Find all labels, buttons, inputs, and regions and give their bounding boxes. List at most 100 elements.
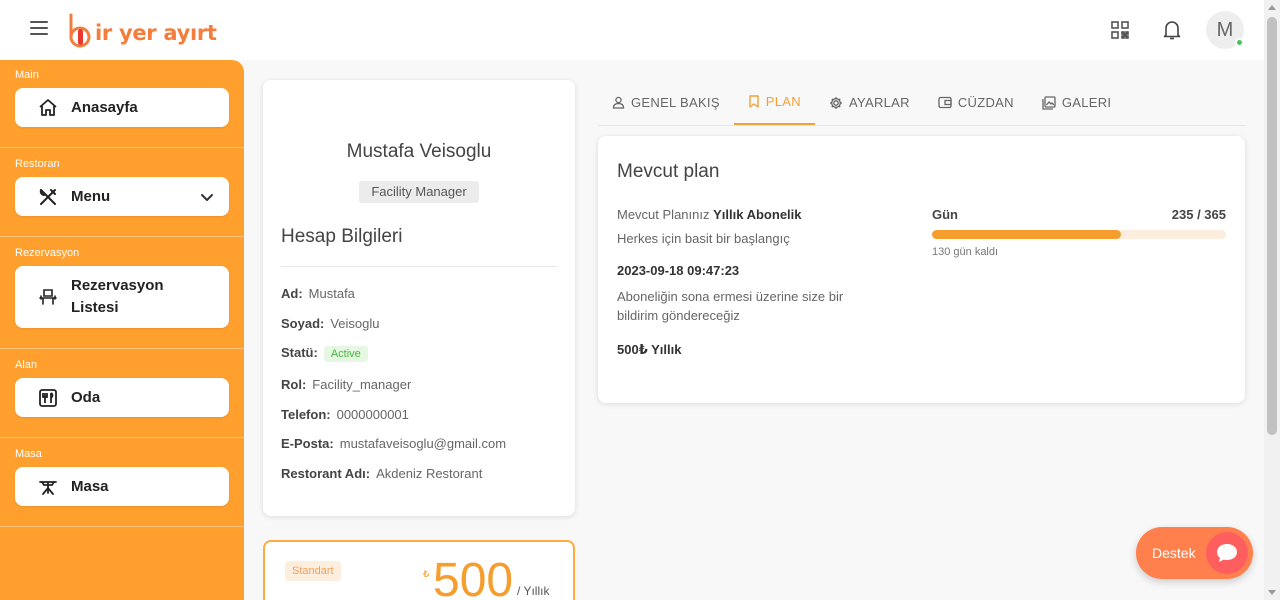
sidebar: Main Anasayfa Restoran Menu Rezervasyon … bbox=[0, 60, 244, 600]
bookmark-icon bbox=[749, 95, 759, 108]
expiry-note: Aboneliğin sona ermesi üzerine size bir … bbox=[617, 289, 844, 323]
profile-name: Mustafa Veisoglu bbox=[346, 141, 492, 162]
field-key: Ad: bbox=[281, 286, 303, 301]
field-value: mustafaveisoglu@gmail.com bbox=[339, 436, 507, 451]
current-plan-title: Mevcut plan bbox=[617, 161, 720, 182]
plan-period: / Yıllık bbox=[517, 584, 550, 598]
gallery-icon bbox=[1042, 95, 1056, 110]
sidebar-section-label: Masa bbox=[15, 448, 42, 460]
profile-card: Mustafa Veisoglu Facility Manager Hesap … bbox=[263, 80, 575, 516]
profile-tabs: GENEL BAKIŞ PLAN AYARLAR CÜZDAN GALERI bbox=[598, 80, 1246, 126]
sidebar-section-alan: Alan Oda bbox=[0, 358, 244, 438]
sidebar-item-anasayfa[interactable]: Anasayfa bbox=[15, 88, 229, 127]
field-role: Rol: Facility_manager bbox=[281, 377, 411, 392]
page-scrollbar[interactable] bbox=[1264, 0, 1280, 600]
home-icon bbox=[37, 97, 59, 119]
status-badge: Active bbox=[323, 346, 368, 362]
logo[interactable]: ir yer ayırt bbox=[66, 10, 217, 50]
qr-code-icon[interactable] bbox=[1100, 10, 1140, 50]
field-email: E-Posta: mustafaveisoglu@gmail.com bbox=[281, 436, 506, 451]
tab-label: AYARLAR bbox=[848, 95, 910, 110]
field-value: Akdeniz Restorant bbox=[376, 466, 483, 481]
sidebar-item-label: Rezervasyon Listesi bbox=[71, 275, 215, 319]
plan-price-summary: 500₺ Yıllık bbox=[617, 342, 682, 357]
days-progress-bar bbox=[932, 230, 1226, 239]
sidebar-item-menu[interactable]: Menu bbox=[15, 177, 229, 216]
tab-label: PLAN bbox=[765, 94, 801, 109]
bell-icon[interactable] bbox=[1152, 10, 1192, 50]
tab-cuzdan[interactable]: CÜZDAN bbox=[924, 80, 1028, 125]
days-remaining: 130 gün kaldı bbox=[932, 246, 999, 258]
top-actions: M bbox=[1088, 10, 1244, 50]
table-icon bbox=[37, 476, 59, 498]
sidebar-section-label: Alan bbox=[15, 359, 38, 371]
user-icon bbox=[612, 96, 625, 109]
online-status-dot bbox=[1235, 38, 1244, 47]
support-label: Destek bbox=[1152, 545, 1196, 561]
sidebar-item-label: Menu bbox=[71, 187, 111, 205]
sidebar-section-restoran: Restoran Menu bbox=[0, 157, 244, 237]
field-value: Mustafa bbox=[308, 286, 355, 301]
tab-label: GALERI bbox=[1061, 95, 1112, 110]
scroll-up-arrow-icon[interactable] bbox=[1268, 5, 1276, 10]
plan-tier-badge: Standart bbox=[285, 561, 341, 581]
scroll-thumb[interactable] bbox=[1267, 17, 1277, 435]
scroll-down-arrow-icon[interactable] bbox=[1268, 590, 1276, 595]
chair-icon bbox=[37, 286, 59, 308]
tab-galeri[interactable]: GALERI bbox=[1028, 80, 1125, 125]
avatar-initial: M bbox=[1216, 18, 1234, 41]
field-first-name: Ad: Mustafa bbox=[281, 286, 355, 301]
gear-icon bbox=[829, 96, 842, 109]
field-value: Veisoglu bbox=[330, 316, 380, 331]
tab-label: CÜZDAN bbox=[957, 95, 1014, 110]
top-bar: ir yer ayırt M bbox=[0, 0, 1264, 60]
field-value: 0000000001 bbox=[336, 407, 409, 422]
field-last-name: Soyad: Veisoglu bbox=[281, 316, 380, 331]
sidebar-section-main: Main Anasayfa bbox=[0, 68, 244, 148]
field-key: Restorant Adı: bbox=[281, 466, 371, 481]
sidebar-item-label: Masa bbox=[71, 477, 109, 495]
tab-plan[interactable]: PLAN bbox=[733, 80, 815, 125]
field-status: Statü: Active bbox=[281, 345, 368, 362]
wallet-icon bbox=[938, 96, 952, 109]
field-restaurant-name: Restorant Adı: Akdeniz Restorant bbox=[281, 466, 482, 481]
sidebar-item-label-line2: Listesi bbox=[71, 299, 119, 316]
avatar[interactable]: M bbox=[1206, 11, 1244, 49]
tab-ayarlar[interactable]: AYARLAR bbox=[815, 80, 924, 125]
sidebar-section-rezervasyon: Rezervasyon Rezervasyon Listesi bbox=[0, 246, 244, 349]
logo-text: ir yer ayırt bbox=[95, 21, 217, 45]
sidebar-item-rezervasyon-listesi[interactable]: Rezervasyon Listesi bbox=[15, 266, 229, 328]
sidebar-item-label: Anasayfa bbox=[71, 98, 138, 116]
sidebar-item-masa[interactable]: Masa bbox=[15, 467, 229, 506]
sidebar-item-oda[interactable]: Oda bbox=[15, 378, 229, 417]
field-value: Facility_manager bbox=[312, 377, 412, 392]
tab-genel-bakis[interactable]: GENEL BAKIŞ bbox=[598, 80, 734, 125]
current-plan-card: Mevcut plan Mevcut Planınız Yıllık Abone… bbox=[598, 136, 1245, 403]
plan-date: 2023-09-18 09:47:23 bbox=[617, 263, 740, 278]
hamburger-icon[interactable] bbox=[30, 21, 48, 37]
sidebar-section-label: Restoran bbox=[15, 158, 60, 170]
current-plan-prefix: Mevcut Planınız bbox=[617, 207, 710, 222]
utensils-icon bbox=[37, 186, 59, 208]
account-info-heading: Hesap Bilgileri bbox=[281, 226, 403, 247]
field-key: Soyad: bbox=[281, 316, 325, 331]
days-count: 235 / 365 bbox=[1171, 207, 1226, 222]
tab-label: GENEL BAKIŞ bbox=[631, 95, 720, 110]
sidebar-section-masa: Masa Masa bbox=[0, 447, 244, 527]
current-plan-name: Yıllık Abonelik bbox=[713, 207, 802, 222]
field-key: Rol: bbox=[281, 377, 307, 392]
field-key: Telefon: bbox=[281, 407, 331, 422]
support-button[interactable]: Destek bbox=[1136, 527, 1253, 579]
divider bbox=[281, 266, 557, 267]
role-badge: Facility Manager bbox=[359, 181, 479, 203]
sidebar-item-label: Oda bbox=[71, 388, 101, 406]
currency-symbol: ₺ bbox=[423, 569, 430, 580]
room-icon bbox=[37, 387, 59, 409]
pricing-card: Standart ₺ 500 / Yıllık bbox=[263, 540, 575, 600]
field-phone: Telefon: 0000000001 bbox=[281, 407, 409, 422]
days-label: Gün bbox=[932, 207, 958, 222]
chat-bubble-icon bbox=[1206, 532, 1248, 574]
chevron-down-icon[interactable] bbox=[199, 189, 215, 205]
field-key: Statü: bbox=[281, 345, 318, 360]
current-plan-line: Mevcut Planınız Yıllık Abonelik bbox=[617, 207, 802, 222]
